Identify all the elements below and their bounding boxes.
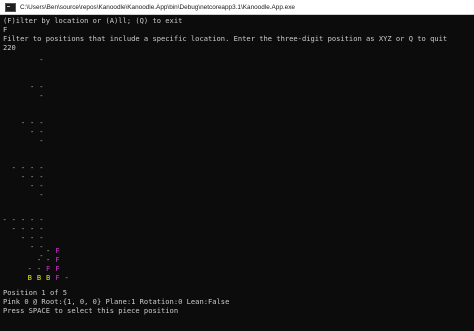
- pyramid-cell: -: [30, 82, 35, 91]
- pyramid-cell: -: [20, 163, 26, 172]
- piece-cell-f: F: [55, 246, 60, 255]
- piece-cell-b: B: [46, 273, 51, 282]
- piece-cell-f: F: [55, 255, 60, 264]
- pyramid-cell: -: [39, 181, 44, 190]
- pyramid-cell: -: [11, 163, 16, 172]
- pyramid-cell: -: [11, 215, 16, 224]
- menu-prompt: (F)ilter by location or (A)ll; (Q) to ex…: [3, 16, 183, 25]
- pyramid-cell: -: [30, 118, 35, 127]
- pyramid-cell: -: [30, 172, 35, 181]
- pyramid-cell: -: [30, 224, 35, 233]
- pyramid-cell: -: [11, 224, 16, 233]
- pyramid-cell: -: [39, 242, 44, 251]
- pyramid-cell: -: [39, 136, 44, 145]
- pyramid-cell: -: [30, 127, 35, 136]
- console-output[interactable]: (F)ilter by location or (A)ll; (Q) to ex…: [2, 16, 473, 330]
- pyramid-cell: -: [46, 246, 51, 255]
- position-line: Position 1 of 5: [3, 288, 68, 297]
- console-app-icon: [5, 2, 16, 12]
- pyramid-cell: -: [30, 181, 35, 190]
- pyramid-cell: -: [30, 163, 35, 172]
- pyramid-cell: -: [39, 118, 44, 127]
- pyramid-cell: -: [39, 91, 44, 100]
- filter-input: 220: [3, 43, 16, 52]
- menu-input: F: [3, 25, 8, 34]
- window-title: C:\Users\Ben\source\repos\Kanoodle\Kanoo…: [20, 3, 295, 11]
- pyramid-cell: -: [46, 255, 51, 264]
- pyramid-cell: -: [20, 215, 26, 224]
- pyramid-cell: -: [39, 55, 44, 64]
- piece-cell-f: F: [55, 273, 60, 282]
- piece-cell-f: F: [55, 264, 60, 273]
- pyramid-cell: -: [39, 190, 44, 199]
- pyramid-cell: -: [27, 264, 32, 273]
- press-space-prompt: Press SPACE to select this piece positio…: [3, 306, 179, 315]
- piece-info: Pink 0 @ Root:{1, 0, 0} Plane:1 Rotation…: [3, 297, 230, 306]
- pyramid-cell: -: [39, 172, 44, 181]
- pyramid-cell: -: [30, 215, 35, 224]
- pyramid-cell: -: [20, 233, 26, 242]
- filter-prompt: Filter to positions that include a speci…: [3, 34, 448, 43]
- pyramid-cell: -: [20, 118, 26, 127]
- pyramid-cell: -: [39, 224, 44, 233]
- pyramid-cell: -: [39, 127, 44, 136]
- pyramid-cell: -: [30, 233, 35, 242]
- pyramid-cell: -: [39, 82, 44, 91]
- pyramid-cell: -: [36, 264, 42, 273]
- piece-cell-b: B: [27, 273, 32, 282]
- pyramid-cell: -: [64, 273, 69, 282]
- pyramid-cell: -: [36, 255, 42, 264]
- console-window: C:\Users\Ben\source\repos\Kanoodle\Kanoo…: [0, 0, 474, 331]
- piece-cell-f: F: [46, 264, 51, 273]
- piece-cell-b: B: [36, 273, 42, 282]
- pyramid-cell: -: [39, 233, 44, 242]
- title-bar[interactable]: C:\Users\Ben\source\repos\Kanoodle\Kanoo…: [0, 0, 474, 15]
- pyramid-cell: -: [39, 163, 44, 172]
- pyramid-cell: -: [20, 224, 26, 233]
- pyramid-cell: -: [39, 215, 44, 224]
- pyramid-cell: -: [20, 172, 26, 181]
- pyramid-cell: -: [30, 242, 35, 251]
- pyramid-cell: -: [2, 215, 7, 224]
